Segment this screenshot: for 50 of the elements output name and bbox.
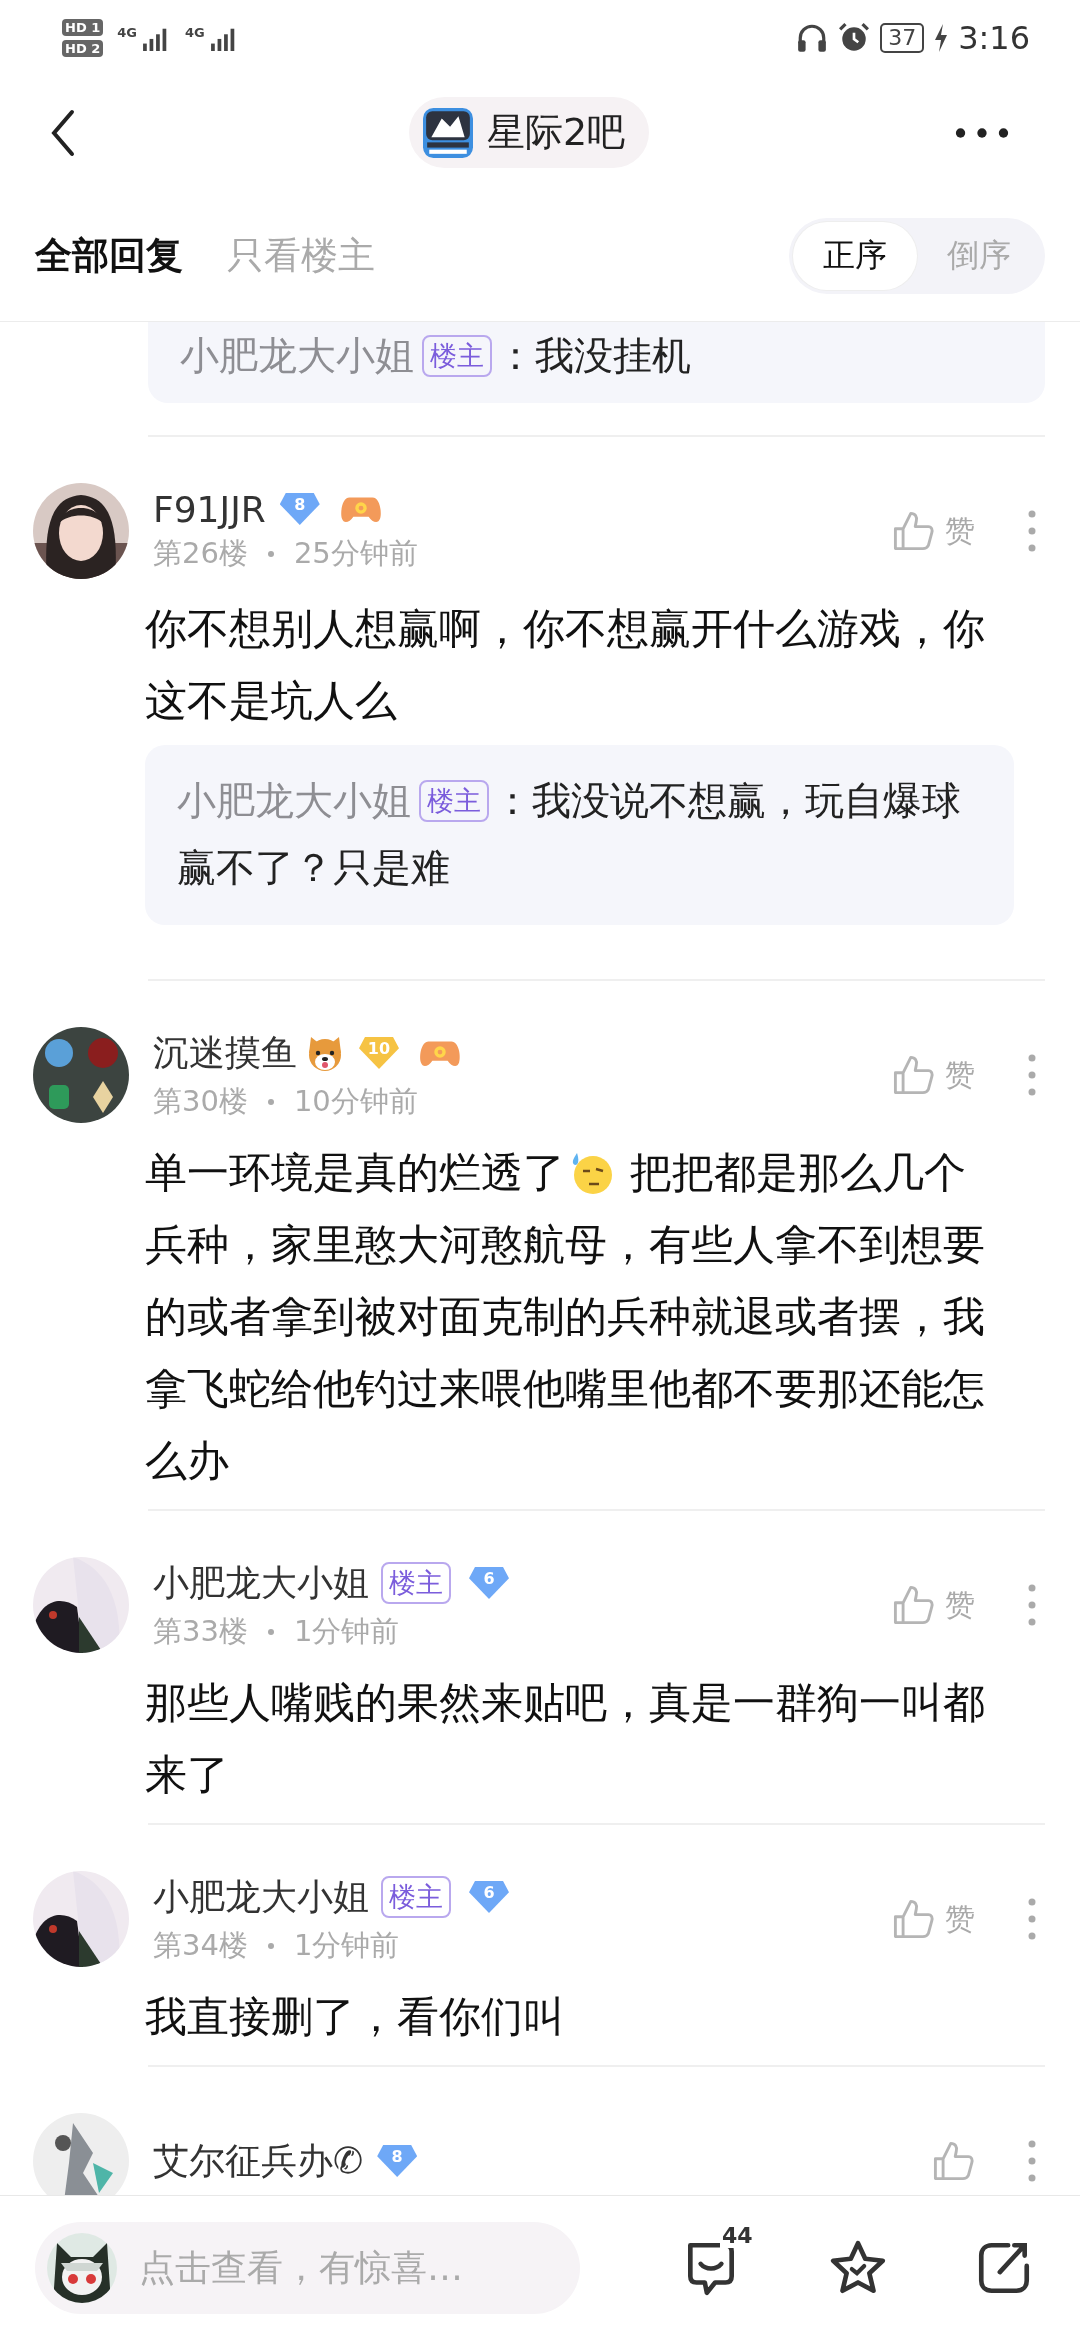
thumbs-up-icon[interactable] xyxy=(891,509,935,553)
thumbs-up-icon[interactable] xyxy=(891,1897,935,1941)
floor-number: 第33楼 xyxy=(153,1612,248,1650)
post-text: 把把都是那么几个 xyxy=(629,1148,967,1197)
post-time: 10分钟前 xyxy=(293,1082,418,1120)
level-badge: 8 xyxy=(377,2145,418,2177)
quote-text: 小肥龙大小姐 楼主 ：我没说不想赢，玩自爆球赢不了？只是难 xyxy=(177,777,962,892)
thumbs-up-icon[interactable] xyxy=(891,1053,935,1097)
charging-icon xyxy=(934,23,949,52)
post-time: 25分钟前 xyxy=(293,534,418,572)
post-text: 单一环境是真的烂透了 xyxy=(145,1148,565,1197)
network-label: 4G xyxy=(117,24,137,40)
username[interactable]: F91JJR xyxy=(153,488,266,530)
level-badge: 10 xyxy=(359,1037,399,1069)
separator-dot xyxy=(267,1942,274,1949)
separator-dot xyxy=(267,1098,274,1105)
post-text: 兵种，家里憨大河憨航母，有些人拿不到想要的或者拿到被对面克制的兵种就退或者摆，我拿飞蛇给他钓过来喂他嘴里他都不要那还能怎么办 xyxy=(145,1219,986,1487)
separator-dot xyxy=(267,1628,274,1635)
level-badge: 6 xyxy=(469,1567,509,1599)
post-text: 我直接删了，看你们叫 xyxy=(145,1991,566,2043)
network-label: 4G xyxy=(184,24,205,40)
level-badge: 8 xyxy=(279,493,320,525)
username[interactable]: 小肥龙大小姐 xyxy=(153,1872,369,1922)
thumbs-up-icon[interactable] xyxy=(931,2139,975,2183)
post-time: 1分钟前 xyxy=(293,1612,400,1650)
sim-label: HD 2 xyxy=(62,39,104,57)
post-text: 那些人嘴贱的果然来贴吧，真是一群狗一叫都来了 xyxy=(145,1677,986,1801)
more-icon[interactable] xyxy=(954,125,1010,140)
floor-number: 第34楼 xyxy=(153,1926,248,1964)
thumbs-up-icon[interactable] xyxy=(891,1583,935,1627)
sort-option[interactable]: 正序 xyxy=(793,221,917,290)
sim-label: HD 1 xyxy=(62,18,104,36)
alarm-icon xyxy=(838,21,871,54)
separator-dot xyxy=(267,550,274,557)
battery-indicator: 37 xyxy=(880,22,925,53)
post-text: 你不想别人想赢啊，你不想赢开什么游戏，你这不是坑人么 xyxy=(145,603,986,727)
username[interactable]: 小肥龙大小姐 xyxy=(153,1558,369,1608)
quote-text: 小肥龙大小姐 楼主 ：我没挂机 xyxy=(180,332,692,380)
level-badge: 6 xyxy=(469,1881,509,1913)
floor-number: 第26楼 xyxy=(153,534,248,572)
username[interactable]: 艾尔征兵办✆ xyxy=(153,2136,364,2186)
username[interactable]: 沉迷摸鱼 xyxy=(153,1028,297,1078)
clock-time: 3:16 xyxy=(958,18,1030,57)
floor-number: 第30楼 xyxy=(153,1082,248,1120)
op-badge: 楼主 xyxy=(381,1562,451,1604)
post-time: 1分钟前 xyxy=(293,1926,400,1964)
forum-button[interactable]: 星际2吧 xyxy=(408,97,650,168)
forum-logo-icon xyxy=(422,107,473,158)
filter-tab[interactable]: 全部回复 xyxy=(35,230,183,281)
op-badge: 楼主 xyxy=(381,1876,451,1918)
